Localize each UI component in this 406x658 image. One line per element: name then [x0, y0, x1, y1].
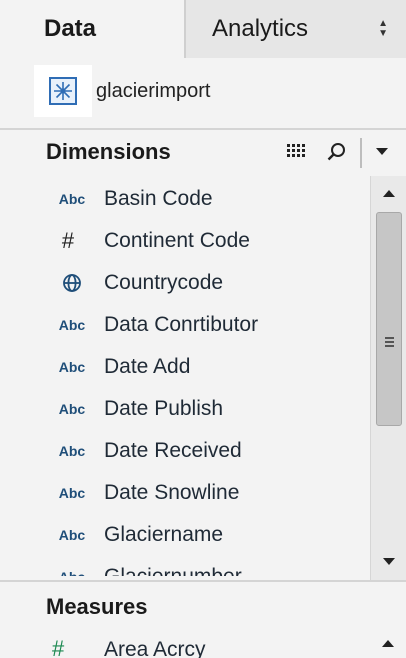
number-type-icon: # — [61, 228, 75, 253]
datasource-name: glacierimport — [96, 79, 211, 102]
tab-analytics[interactable]: Analytics ▲ ▼ — [186, 0, 406, 58]
scroll-thumb[interactable] — [376, 212, 402, 426]
scroll-up-icon[interactable] — [383, 190, 395, 197]
dropdown-menu-icon[interactable] — [376, 148, 388, 155]
field-glaciernumber[interactable]: Abc Glaciernumber — [0, 556, 370, 576]
field-name: Date Received — [104, 439, 242, 462]
field-glaciername[interactable]: Abc Glaciername — [0, 514, 370, 556]
field-basin-code[interactable]: Abc Basin Code — [0, 178, 370, 220]
field-name: Glaciernumber — [104, 565, 242, 576]
pane-tabs: Data Analytics ▲ ▼ — [0, 0, 406, 58]
grip-line — [385, 345, 394, 347]
string-type-icon: Abc — [58, 443, 86, 459]
field-area-acrcy[interactable]: # Area Acrcy — [0, 628, 406, 658]
dimensions-list: Abc Basin Code # Continent Code Countryc… — [0, 176, 370, 576]
field-name: Date Snowline — [104, 481, 240, 504]
field-name: Glaciername — [104, 523, 224, 546]
field-date-publish[interactable]: Abc Date Publish — [0, 388, 370, 430]
globe-icon — [50, 273, 94, 293]
grip-line — [385, 341, 394, 343]
tab-data-label: Data — [44, 15, 97, 42]
dimensions-title: Dimensions — [46, 139, 171, 164]
tab-analytics-label: Analytics — [212, 15, 309, 42]
list-view-icon[interactable] — [286, 141, 308, 166]
string-type-icon: Abc — [50, 569, 94, 576]
field-name: Continent Code — [104, 229, 250, 252]
field-continent-code[interactable]: # Continent Code — [0, 220, 370, 262]
search-icon[interactable] — [326, 141, 348, 168]
header-divider — [360, 138, 362, 168]
updown-arrows-icon[interactable]: ▲ ▼ — [378, 19, 388, 39]
tab-data[interactable]: Data — [0, 0, 186, 58]
field-date-received[interactable]: Abc Date Received — [0, 430, 370, 472]
measures-scroll-up-icon[interactable] — [382, 640, 394, 647]
field-name: Date Add — [104, 355, 191, 378]
measures-title: Measures — [46, 594, 148, 619]
field-data-conrtibutor[interactable]: Abc Data Conrtibutor — [0, 304, 370, 346]
measures-header: Measures — [0, 580, 406, 628]
field-name: Basin Code — [104, 187, 213, 210]
string-type-icon: Abc — [58, 527, 86, 543]
grip-line — [385, 337, 394, 339]
string-type-icon: Abc — [58, 401, 86, 417]
field-date-snowline[interactable]: Abc Date Snowline — [0, 472, 370, 514]
string-type-icon: Abc — [58, 359, 86, 375]
field-date-add[interactable]: Abc Date Add — [0, 346, 370, 388]
string-type-icon: Abc — [58, 191, 86, 207]
number-type-icon: # — [52, 636, 65, 658]
field-countrycode[interactable]: Countrycode — [0, 262, 370, 304]
string-type-icon: Abc — [58, 317, 86, 333]
dimensions-header: Dimensions — [0, 128, 406, 176]
datasource-icon — [34, 65, 92, 117]
field-name: Countrycode — [104, 271, 224, 294]
field-name: Data Conrtibutor — [104, 313, 259, 336]
dimensions-scrollbar[interactable] — [370, 176, 406, 580]
scroll-down-icon[interactable] — [383, 558, 395, 565]
field-name: Area Acrcy — [104, 638, 206, 658]
field-name: Date Publish — [104, 397, 224, 420]
string-type-icon: Abc — [58, 485, 86, 501]
datasource-item[interactable]: glacierimport — [34, 65, 210, 117]
